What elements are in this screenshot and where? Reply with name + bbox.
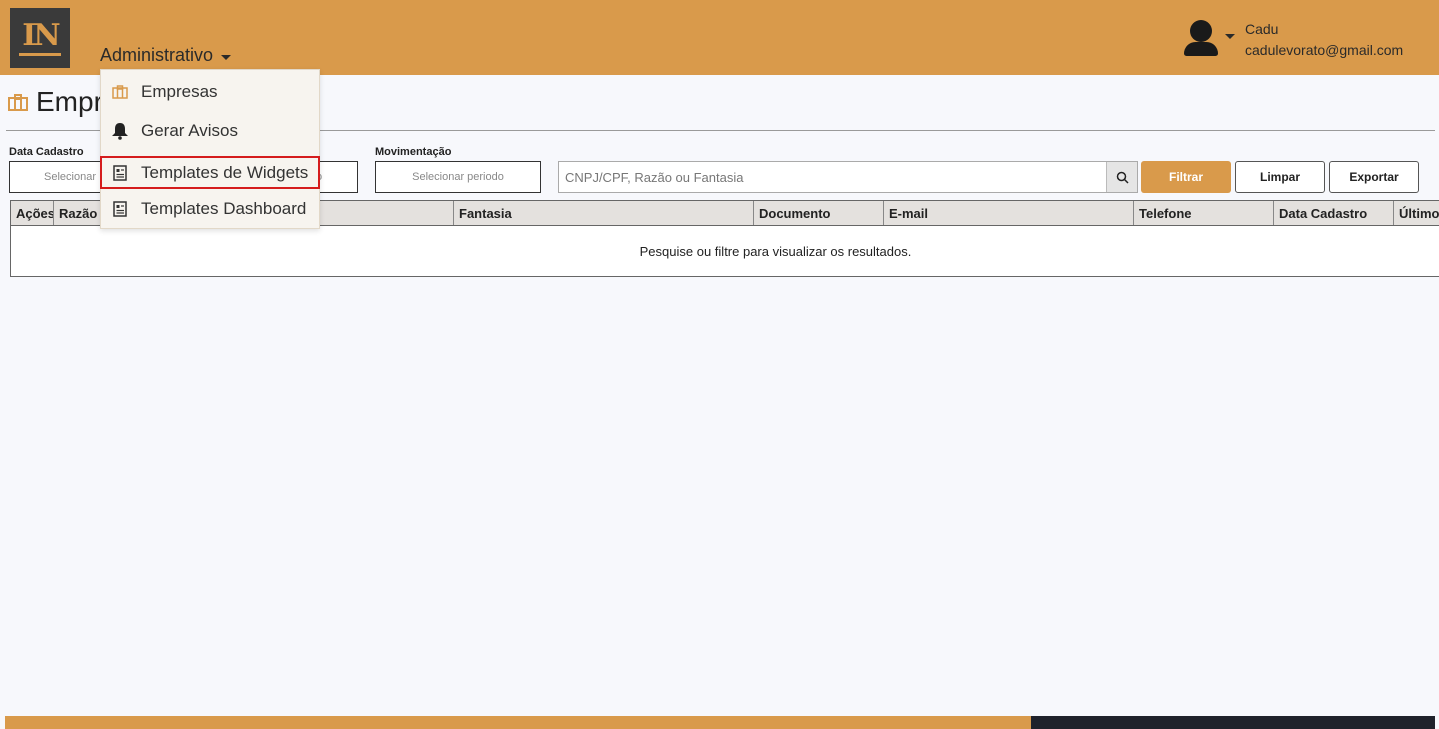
- briefcase-icon: [110, 82, 130, 102]
- user-menu-caret-icon[interactable]: [1225, 34, 1235, 39]
- menu-item-label: Templates de Widgets: [141, 162, 309, 182]
- column-header-fantasia[interactable]: Fantasia: [454, 201, 754, 225]
- administrativo-dropdown: Empresas Gerar Avisos Templates de Widge…: [100, 69, 320, 229]
- data-cadastro-label: Data Cadastro: [9, 146, 84, 158]
- search-button[interactable]: [1106, 162, 1137, 192]
- user-email: cadulevorato@gmail.com: [1245, 42, 1404, 58]
- briefcase-icon: [8, 86, 28, 118]
- column-header-acoes[interactable]: Ações: [11, 201, 54, 225]
- user-avatar-icon[interactable]: [1180, 18, 1226, 58]
- column-header-ultimo[interactable]: Último: [1394, 201, 1439, 225]
- administrativo-menu[interactable]: Administrativo: [100, 45, 232, 66]
- column-header-email[interactable]: E-mail: [884, 201, 1134, 225]
- movimentacao-label: Movimentação: [375, 146, 452, 158]
- logo-text: IN: [19, 20, 61, 56]
- search-icon: [1116, 171, 1129, 184]
- user-name: Cadu: [1245, 21, 1279, 37]
- footer-dark-bar: [1031, 716, 1435, 729]
- app-logo[interactable]: IN: [10, 8, 70, 68]
- menu-item-label: Gerar Avisos: [141, 120, 239, 140]
- administrativo-menu-label: Administrativo: [100, 45, 214, 65]
- movimentacao-placeholder: Selecionar periodo: [412, 171, 504, 183]
- menu-item-label: Empresas: [141, 81, 218, 101]
- bell-icon: [110, 121, 130, 141]
- menu-item-label: Templates Dashboard: [141, 198, 307, 218]
- menu-item-empresas[interactable]: Empresas: [101, 75, 319, 108]
- document-icon: [110, 199, 130, 219]
- menu-item-gerar-avisos[interactable]: Gerar Avisos: [101, 114, 319, 147]
- column-header-telefone[interactable]: Telefone: [1134, 201, 1274, 225]
- page-title: Empr: [8, 86, 103, 118]
- search-placeholder: CNPJ/CPF, Razão ou Fantasia: [565, 170, 744, 185]
- data-cadastro-placeholder: Selecionar: [44, 171, 96, 183]
- export-button[interactable]: Exportar: [1329, 161, 1419, 193]
- top-navbar: IN Administrativo Cadu cadulevorato@gmai…: [0, 0, 1439, 75]
- chevron-down-icon: [221, 54, 232, 60]
- menu-item-templates-widgets[interactable]: Templates de Widgets: [100, 156, 320, 189]
- column-header-data-cadastro[interactable]: Data Cadastro: [1274, 201, 1394, 225]
- movimentacao-input[interactable]: Selecionar periodo: [375, 161, 541, 193]
- filter-button[interactable]: Filtrar: [1141, 161, 1231, 193]
- empty-results-message: Pesquise ou filtre para visualizar os re…: [639, 244, 912, 259]
- footer-accent-bar: [5, 716, 1031, 729]
- search-input[interactable]: CNPJ/CPF, Razão ou Fantasia: [558, 161, 1138, 193]
- menu-item-templates-dashboard[interactable]: Templates Dashboard: [101, 192, 319, 225]
- column-header-documento[interactable]: Documento: [754, 201, 884, 225]
- clear-button[interactable]: Limpar: [1235, 161, 1325, 193]
- document-icon: [110, 163, 130, 183]
- page-title-text: Empr: [36, 86, 103, 117]
